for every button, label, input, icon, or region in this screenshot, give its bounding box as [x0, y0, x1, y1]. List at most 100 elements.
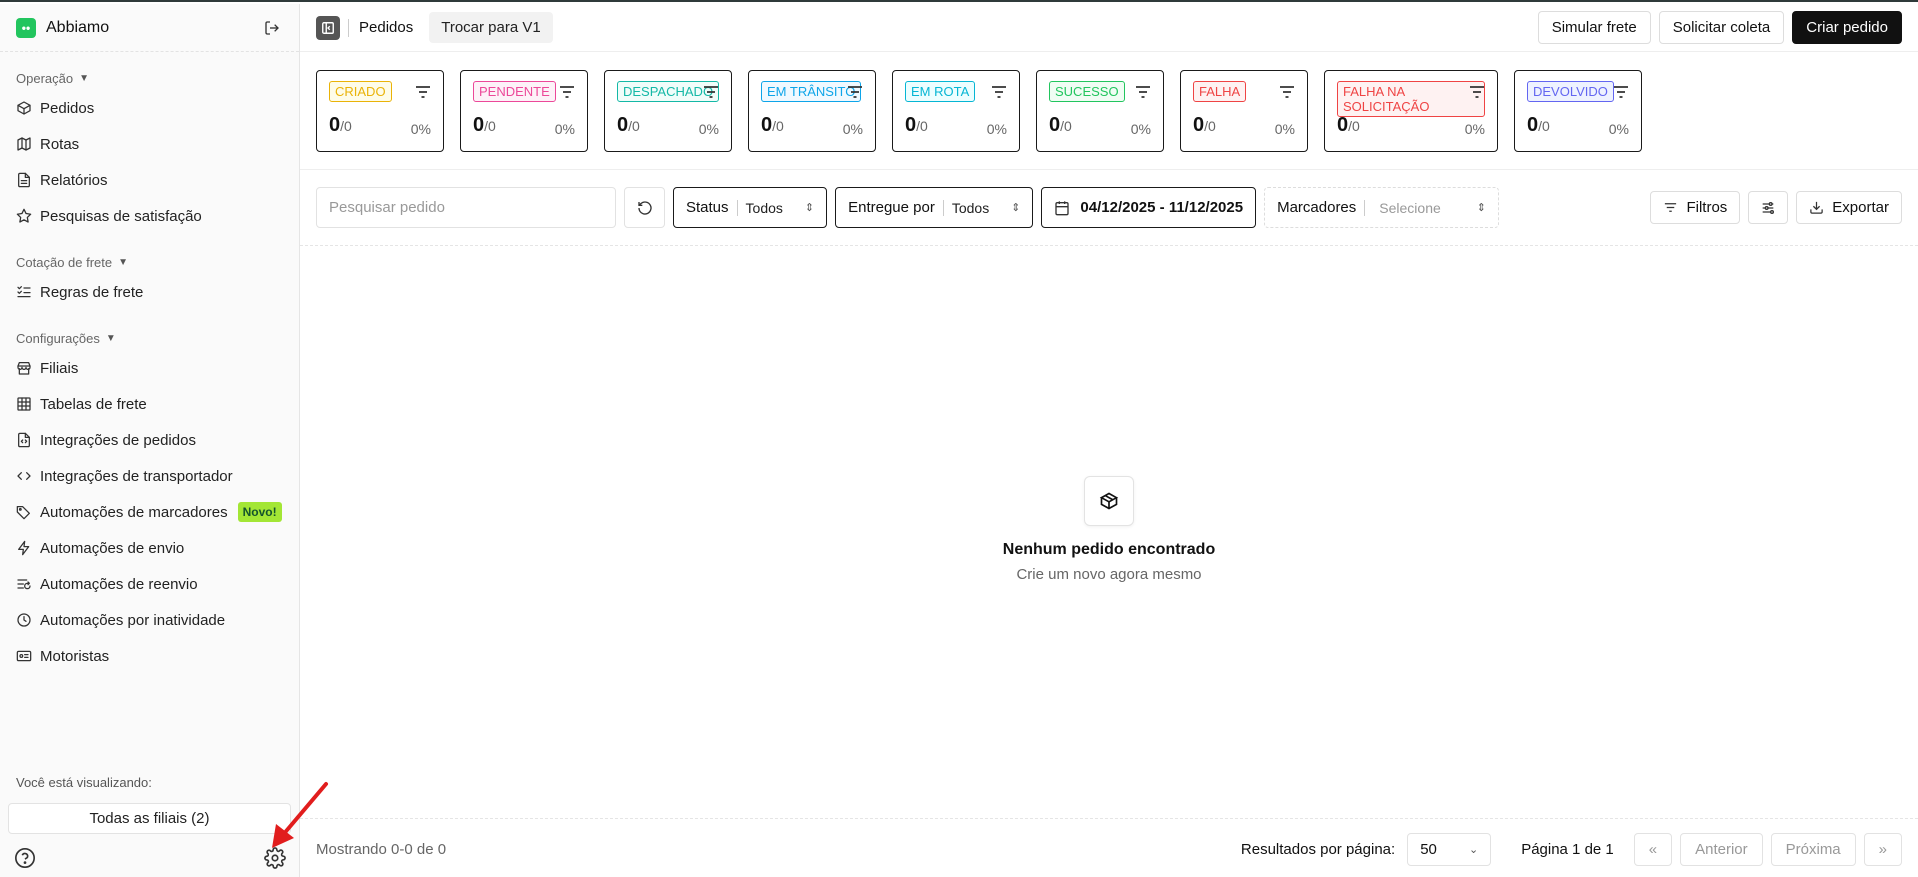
next-page-button[interactable]: Próxima	[1770, 832, 1856, 866]
last-page-button[interactable]: »	[1863, 832, 1902, 866]
list-checks-icon	[17, 286, 31, 298]
sidebar-section-title[interactable]: Configurações ▼	[0, 326, 299, 350]
filters-button[interactable]: Filtros	[1650, 191, 1741, 224]
filter-icon	[1665, 203, 1677, 212]
section-title-label: Cotação de frete	[16, 254, 113, 270]
sidebar-item-filiais[interactable]: Filiais	[0, 350, 299, 386]
sidebar-item-automa-es-de-envio[interactable]: Automações de envio	[0, 530, 299, 566]
first-page-button[interactable]: «	[1633, 832, 1673, 866]
sidebar-item-label: Integrações de pedidos	[40, 431, 196, 449]
simulate-freight-button[interactable]: Simular frete	[1537, 11, 1651, 44]
sidebar-item-label: Automações de marcadores	[40, 503, 228, 521]
filter-icon[interactable]	[703, 85, 719, 99]
status-select-label: Status	[686, 199, 729, 216]
filter-icon[interactable]	[1135, 85, 1151, 99]
filter-icon[interactable]	[559, 85, 575, 99]
markers-value: Selecione	[1379, 199, 1441, 216]
status-card-devolvido[interactable]: DEVOLVIDO 0/0 0%	[1514, 70, 1642, 152]
sidebar-item-label: Integrações de transportador	[40, 467, 233, 485]
results-count: Mostrando 0-0 de 0	[316, 840, 447, 858]
status-count: 0/0	[1337, 114, 1360, 136]
status-count: 0/0	[761, 114, 784, 136]
status-count: 0/0	[1049, 114, 1072, 136]
sidebar-item-regras-de-frete[interactable]: Regras de frete	[0, 274, 299, 310]
refresh-button[interactable]	[624, 187, 665, 228]
sliders-icon	[1762, 201, 1775, 214]
status-total: /0	[1204, 118, 1216, 134]
status-card-despachado[interactable]: DESPACHADO 0/0 0%	[604, 70, 732, 152]
status-count: 0/0	[905, 114, 928, 136]
sidebar-item-motoristas[interactable]: Motoristas	[0, 638, 299, 674]
page-info: Página 1 de 1	[1521, 840, 1614, 858]
filter-icon[interactable]	[991, 85, 1007, 99]
status-tag: FALHA NA SOLICITAÇÃO	[1337, 81, 1485, 117]
request-pickup-button[interactable]: Solicitar coleta	[1658, 11, 1785, 44]
sidebar-item-pesquisas-de-satisfa-o[interactable]: Pesquisas de satisfação	[0, 198, 299, 234]
search-input[interactable]	[316, 187, 616, 228]
status-card-em-tr-nsito[interactable]: EM TRÂNSITO 0/0 0%	[748, 70, 876, 152]
pagination-footer: Mostrando 0-0 de 0 Resultados por página…	[300, 818, 1918, 877]
status-percent: 0%	[1464, 121, 1485, 137]
table-icon	[17, 397, 31, 411]
main-content: Pedidos Trocar para V1 Simular frete Sol…	[300, 4, 1918, 877]
empty-state-subtitle: Crie um novo agora mesmo	[1016, 566, 1202, 583]
sidebar-section-title[interactable]: Cotação de frete ▼	[0, 250, 299, 274]
status-select[interactable]: Status Todos ⇕	[673, 187, 828, 228]
package-icon	[1084, 476, 1134, 526]
sidebar-item-tabelas-de-frete[interactable]: Tabelas de frete	[0, 386, 299, 422]
status-card-criado[interactable]: CRIADO 0/0 0%	[316, 70, 444, 152]
viewing-label: Você está visualizando:	[16, 775, 152, 790]
per-page-select[interactable]: 50 ⌄	[1407, 832, 1492, 866]
sidebar: •• Abbiamo Operação ▼ Pedidos Rotas Relatóri…	[0, 4, 300, 877]
filter-icon[interactable]	[415, 85, 431, 99]
status-total: /0	[1348, 118, 1360, 134]
sidebar-item-label: Automações por inatividade	[40, 611, 226, 629]
previous-page-button[interactable]: Anterior	[1680, 832, 1763, 866]
export-button[interactable]: Exportar	[1796, 191, 1902, 224]
topbar-actions: Simular frete Solicitar coleta Criar ped…	[1537, 11, 1902, 44]
status-total: /0	[628, 118, 640, 134]
branch-select[interactable]: Todas as filiais (2)	[8, 803, 291, 834]
status-tag: FALHA	[1193, 81, 1247, 102]
markers-select[interactable]: Marcadores Selecione ⇕	[1264, 187, 1499, 228]
help-icon[interactable]	[14, 847, 36, 869]
sidebar-item-label: Motoristas	[40, 647, 110, 665]
sidebar-item-rotas[interactable]: Rotas	[0, 126, 299, 162]
brand-name: Abbiamo	[46, 18, 110, 36]
status-card-falha-na-solicita-o[interactable]: FALHA NA SOLICITAÇÃO 0/0 0%	[1324, 70, 1498, 152]
sidebar-item-automa-es-por-inatividade[interactable]: Automações por inatividade	[0, 602, 299, 638]
title-separator	[348, 18, 349, 37]
gear-icon[interactable]	[264, 847, 286, 869]
logout-icon[interactable]	[261, 17, 283, 39]
star-icon	[16, 208, 32, 223]
filter-icon[interactable]	[1613, 85, 1629, 99]
status-total: /0	[916, 118, 928, 134]
filter-icon[interactable]	[1279, 85, 1295, 99]
kanban-icon[interactable]	[316, 15, 340, 40]
status-card-sucesso[interactable]: SUCESSO 0/0 0%	[1036, 70, 1164, 152]
sidebar-section-title[interactable]: Operação ▼	[0, 66, 299, 90]
section-title-label: Configurações	[16, 330, 100, 346]
status-card-pendente[interactable]: PENDENTE 0/0 0%	[460, 70, 588, 152]
sidebar-item-relat-rios[interactable]: Relatórios	[0, 162, 299, 198]
filter-icon[interactable]	[1469, 85, 1485, 99]
status-count: 0/0	[329, 114, 352, 136]
delivered-by-select[interactable]: Entregue por Todos ⇕	[835, 187, 1034, 228]
sidebar-item-integra-es-de-transportador[interactable]: Integrações de transportador	[0, 458, 299, 494]
switch-v1-button[interactable]: Trocar para V1	[429, 12, 553, 43]
sidebar-item-integra-es-de-pedidos[interactable]: Integrações de pedidos	[0, 422, 299, 458]
sidebar-item-label: Tabelas de frete	[40, 395, 147, 413]
status-card-falha[interactable]: FALHA 0/0 0%	[1180, 70, 1308, 152]
create-order-button[interactable]: Criar pedido	[1792, 11, 1902, 44]
filter-icon[interactable]	[847, 85, 863, 99]
status-card-em-rota[interactable]: EM ROTA 0/0 0%	[892, 70, 1020, 152]
sidebar-item-pedidos[interactable]: Pedidos	[0, 90, 299, 126]
status-percent: 0%	[1608, 121, 1629, 137]
file-code-icon	[18, 432, 30, 448]
empty-state-title: Nenhum pedido encontrado	[1002, 541, 1216, 558]
sidebar-item-automa-es-de-marcadores[interactable]: Automações de marcadores Novo!	[0, 494, 299, 530]
sidebar-item-automa-es-de-reenvio[interactable]: Automações de reenvio	[0, 566, 299, 602]
columns-settings-button[interactable]	[1748, 191, 1789, 224]
date-range-picker[interactable]: 04/12/2025 - 11/12/2025	[1041, 187, 1257, 228]
select-divider	[736, 199, 738, 216]
